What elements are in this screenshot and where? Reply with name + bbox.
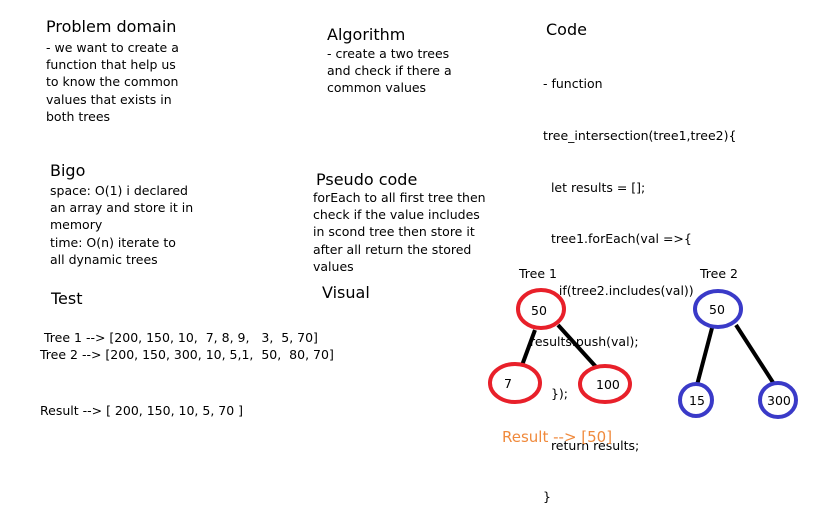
- tree1-root-value: 50: [531, 303, 547, 318]
- tree2-edge-right: [734, 323, 776, 386]
- trees-diagram: Tree 1 50 7 100 Tree 2 50 15 300: [488, 266, 798, 419]
- tree2-label: Tree 2: [699, 266, 738, 281]
- tree1-edge-left: [519, 329, 537, 369]
- tree1-right-value: 100: [596, 377, 620, 392]
- tree1-label: Tree 1: [518, 266, 557, 281]
- tree2-left-value: 15: [689, 393, 705, 408]
- tree1-edge-right: [556, 323, 599, 370]
- visual-result: Result --> [50]: [502, 428, 613, 446]
- tree2-edge-left: [695, 327, 714, 386]
- tree1-left-node: [488, 362, 542, 404]
- tree2-root-value: 50: [709, 302, 725, 317]
- tree1-left-value: 7: [504, 376, 512, 391]
- code-line: }: [543, 489, 551, 505]
- tree2-right-value: 300: [767, 393, 791, 408]
